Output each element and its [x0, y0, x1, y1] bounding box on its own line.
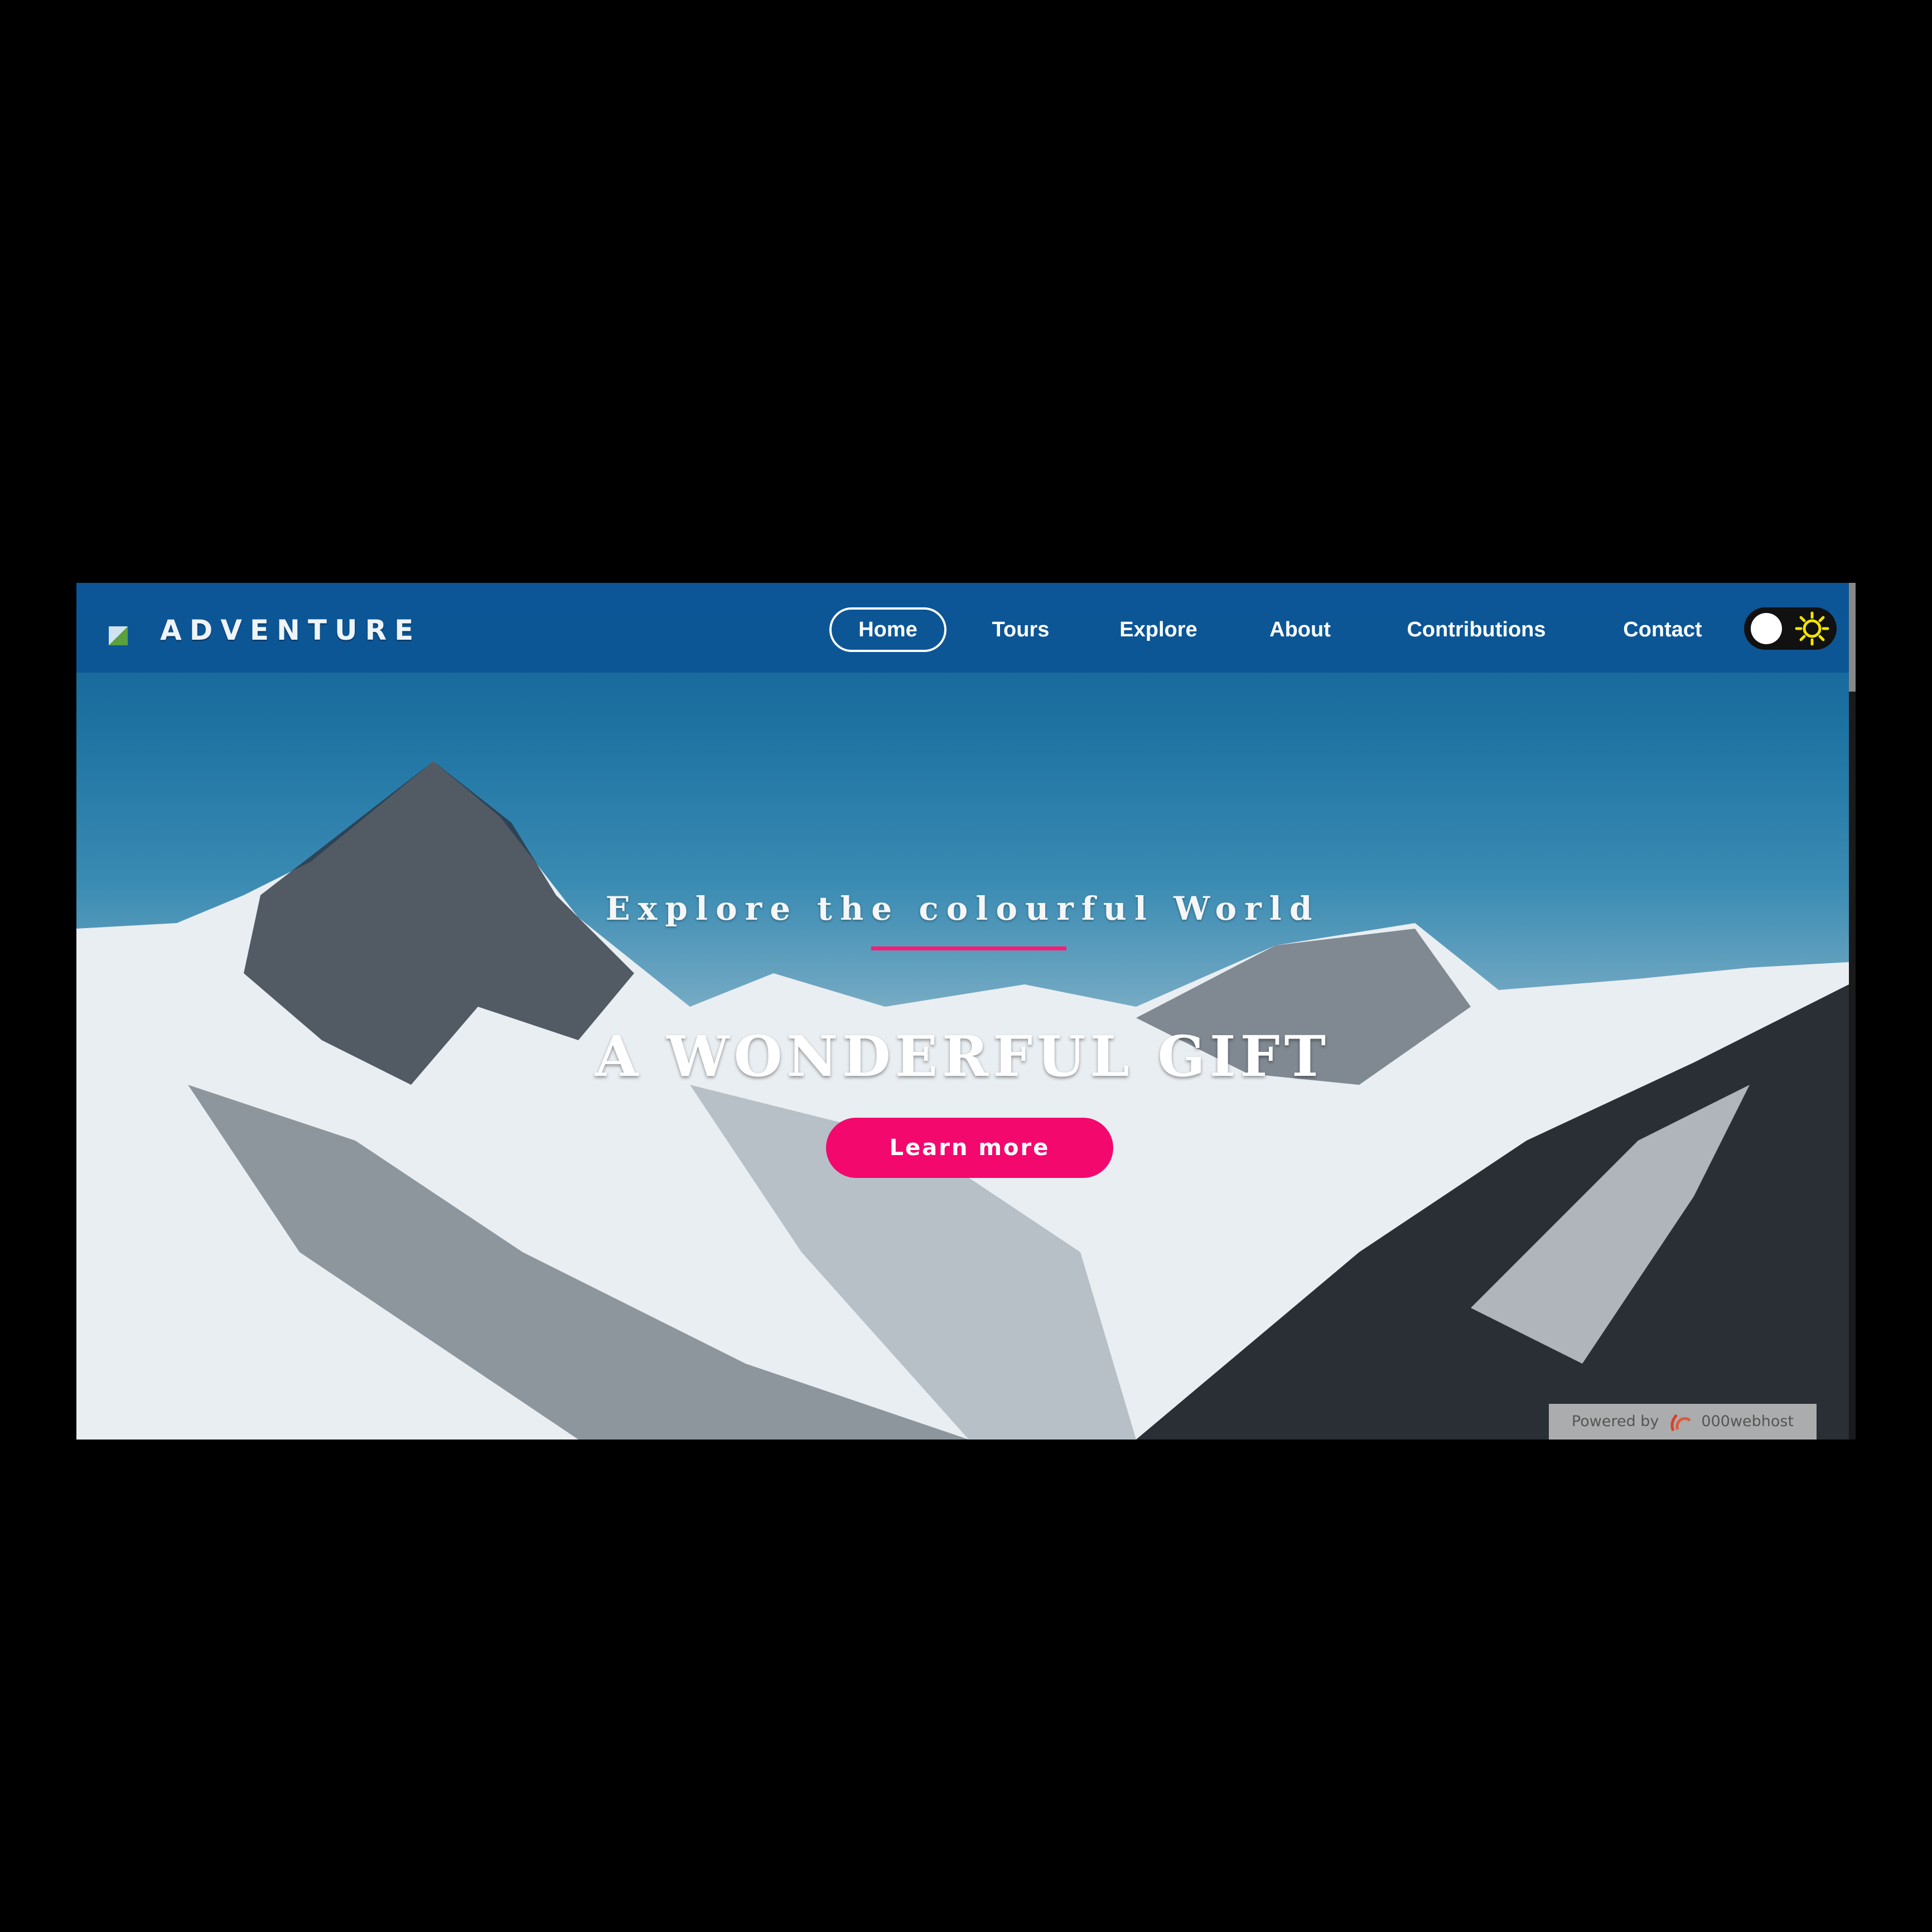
navbar: ADVENTURE Home Tours Explore About Contr… — [76, 583, 1849, 673]
brand-logo[interactable]: ADVENTURE — [160, 614, 421, 646]
000webhost-logo-icon — [1670, 1414, 1692, 1431]
hero-section: Explore the colourful World A WONDERFUL … — [76, 583, 1849, 1440]
sun-icon — [1795, 611, 1829, 646]
hero-subtitle: Explore the colourful World — [605, 890, 1320, 928]
scrollbar-thumb[interactable] — [1849, 583, 1856, 692]
toggle-knob — [1751, 613, 1782, 644]
scrollbar[interactable] — [1849, 583, 1856, 1440]
nav-tours[interactable]: Tours — [992, 607, 1050, 652]
nav-contributions[interactable]: Contributions — [1407, 607, 1545, 652]
powered-by-badge[interactable]: Powered by 000webhost — [1549, 1404, 1817, 1440]
subtitle-underline — [871, 946, 1066, 950]
nav-contact[interactable]: Contact — [1623, 607, 1702, 652]
mountain-background-image — [76, 761, 1849, 1440]
nav-explore[interactable]: Explore — [1119, 607, 1197, 652]
nav-home[interactable]: Home — [829, 607, 946, 652]
nav-about[interactable]: About — [1269, 607, 1331, 652]
hero-title: A WONDERFUL GIFT — [595, 1023, 1331, 1089]
broken-image-icon[interactable] — [109, 626, 128, 645]
theme-toggle[interactable] — [1744, 607, 1837, 650]
browser-viewport: Explore the colourful World A WONDERFUL … — [76, 583, 1856, 1440]
learn-more-button[interactable]: Learn more — [826, 1118, 1113, 1178]
powered-by-text: Powered by — [1571, 1413, 1659, 1430]
host-name: 000webhost — [1701, 1413, 1794, 1430]
